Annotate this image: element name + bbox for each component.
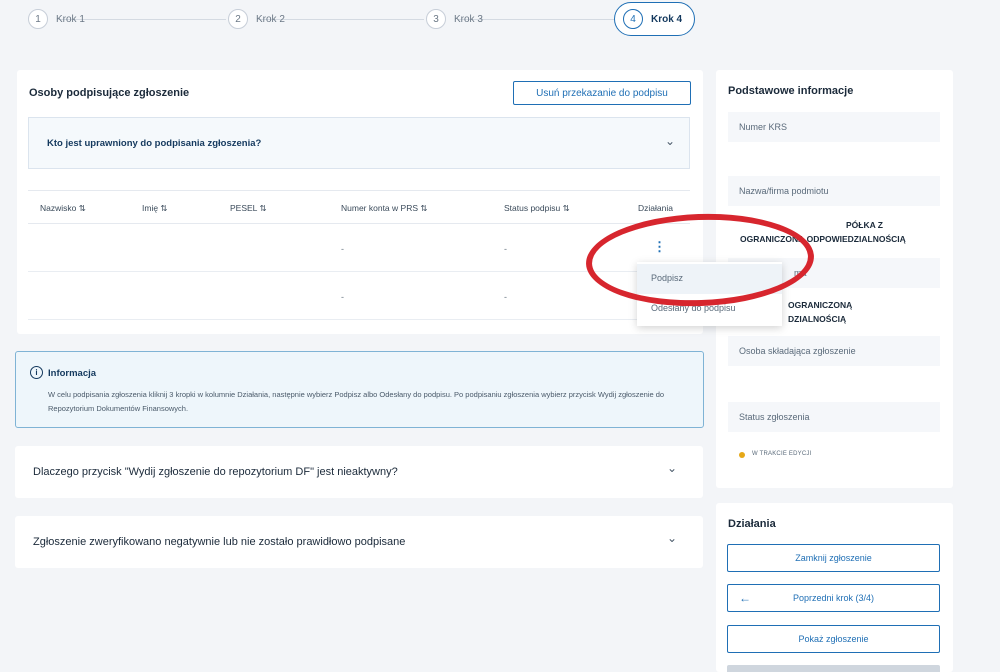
info-icon: i — [30, 366, 43, 379]
remove-signature-button[interactable]: Usuń przekazanie do podpisu — [513, 81, 691, 105]
info-box: i Informacja W celu podpisania zgłoszeni… — [15, 351, 704, 428]
stepper: 1 Krok 1 2 Krok 2 3 Krok 3 4 Krok 4 — [0, 0, 710, 40]
table-row: - - ⋮ — [28, 224, 690, 272]
step-number: 3 — [426, 9, 446, 29]
step-1[interactable]: 1 Krok 1 — [28, 8, 85, 30]
step-number: 1 — [28, 9, 48, 29]
table-header: Nazwisko ⇅ Imię ⇅ PESEL ⇅ Numer konta w … — [28, 190, 690, 224]
step-number: 2 — [228, 9, 248, 29]
status-field: Status zgłoszenia — [728, 402, 940, 432]
column-header-name[interactable]: Imię ⇅ — [142, 203, 168, 214]
entity-name-value-2: OGRANICZONĄ ODPOWIEDZIALNOŚCIĄ — [740, 234, 906, 244]
field-label: Numer KRS — [739, 122, 788, 132]
cell-account: - — [341, 244, 344, 254]
chevron-down-icon: ⌄ — [667, 461, 678, 475]
menu-item-sign[interactable]: Podpisz — [637, 264, 782, 294]
step-label: Krok 1 — [56, 13, 85, 25]
step-label: Krok 4 — [651, 13, 683, 25]
entity-second-value-2: DZIALNOŚCIĄ — [788, 314, 847, 324]
chevron-down-icon: ⌄ — [667, 531, 678, 545]
entity-second-value-1: OGRANICZONĄ — [788, 300, 853, 310]
signers-title: Osoby podpisujące zgłoszenie — [29, 87, 190, 99]
previous-step-button[interactable]: ← Poprzedni krok (3/4) — [727, 584, 940, 612]
entity-name-value-1: PÓŁKA Z — [846, 220, 883, 230]
step-number: 4 — [623, 9, 643, 29]
button-label: Poprzedni krok (3/4) — [792, 593, 875, 603]
status-dot-icon — [739, 452, 745, 458]
chevron-down-icon: ⌄ — [665, 134, 676, 148]
accordion-inactive-button[interactable]: Dlaczego przycisk "Wydij zgłoszenie do r… — [15, 446, 703, 498]
step-3[interactable]: 3 Krok 3 — [426, 8, 483, 30]
info-text: W celu podpisania zgłoszenia kliknij 3 k… — [48, 390, 665, 413]
arrow-left-icon: ← — [739, 591, 751, 605]
accordion-title: Dlaczego przycisk "Wydij zgłoszenie do r… — [33, 466, 398, 478]
field-label: Nazwa/firma podmiotu — [739, 186, 829, 196]
step-label: Krok 3 — [454, 13, 483, 25]
cell-account: - — [341, 292, 344, 302]
accordion-title: Zgłoszenie zweryfikowano negatywnie lub … — [33, 536, 406, 548]
field-label: Osoba składająca zgłoszenie — [739, 346, 856, 356]
actions-title: Działania — [728, 518, 776, 530]
primary-action-button[interactable] — [727, 665, 940, 672]
table-row: - - — [28, 272, 690, 320]
signer-authority-accordion[interactable]: Kto jest uprawniony do podpisania zgłosz… — [28, 117, 690, 169]
submitter-field: Osoba składająca zgłoszenie — [728, 336, 940, 366]
accordion-negative-verification[interactable]: Zgłoszenie zweryfikowano negatywnie lub … — [15, 516, 703, 568]
show-request-button[interactable]: Pokaż zgłoszenie — [727, 625, 940, 653]
column-header-status[interactable]: Status podpisu ⇅ — [504, 203, 570, 214]
info-title: Informacja — [48, 368, 97, 379]
signers-card: Osoby podpisujące zgłoszenie Usuń przeka… — [17, 70, 703, 334]
column-header-surname[interactable]: Nazwisko ⇅ — [40, 203, 86, 214]
field-label: Status zgłoszenia — [739, 412, 810, 422]
column-header-actions: Działania — [638, 203, 673, 213]
column-header-account[interactable]: Numer konta w PRS ⇅ — [341, 203, 427, 214]
accordion-title: Kto jest uprawniony do podpisania zgłosz… — [47, 138, 262, 149]
krs-field: Numer KRS — [728, 112, 940, 142]
cell-status: - — [504, 244, 507, 254]
basic-info-title: Podstawowe informacje — [728, 85, 854, 97]
cell-status: - — [504, 292, 507, 302]
entity-name-field: Nazwa/firma podmiotu — [728, 176, 940, 206]
column-header-pesel[interactable]: PESEL ⇅ — [230, 203, 267, 214]
step-2[interactable]: 2 Krok 2 — [228, 8, 285, 30]
row-actions-menu: Podpisz Odesłany do podpisu — [637, 262, 782, 326]
status-badge: W TRAKCIE EDYCJI — [752, 451, 812, 457]
menu-item-sent-for-signature[interactable]: Odesłany do podpisu — [637, 294, 782, 324]
step-label: Krok 2 — [256, 13, 285, 25]
step-4-active[interactable]: 4 Krok 4 — [614, 2, 696, 36]
actions-panel: Działania Zamknij zgłoszenie ← Poprzedni… — [716, 503, 953, 672]
kebab-menu-icon[interactable]: ⋮ — [653, 240, 666, 253]
field-label: ma — [794, 268, 807, 278]
close-request-button[interactable]: Zamknij zgłoszenie — [727, 544, 940, 572]
